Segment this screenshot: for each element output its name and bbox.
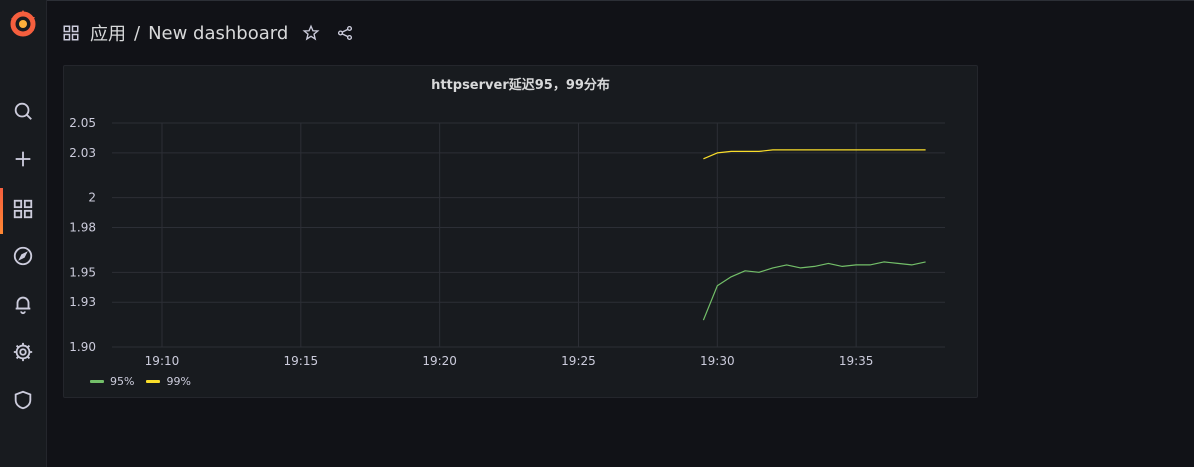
plus-icon[interactable] [0, 141, 46, 177]
top-border [0, 0, 1194, 1]
y-tick-label: 1.93 [69, 295, 96, 309]
graph-panel[interactable]: httpserver延迟95，99分布 2.05 2.03 2 1.98 1.95 1.9… [63, 65, 978, 398]
x-tick-label: 19:10 [145, 354, 180, 368]
y-tick-label: 2.03 [69, 146, 96, 160]
legend-item-99[interactable]: 99% [146, 375, 191, 388]
sidebar [0, 0, 47, 467]
legend-label-95: 95% [110, 375, 135, 388]
y-tick-label: 1.95 [69, 265, 96, 279]
y-tick-label: 1.90 [69, 340, 96, 354]
legend-label-99: 99% [166, 375, 191, 388]
legend-item-95[interactable]: 95% [90, 375, 134, 388]
series-line-99 [703, 149, 926, 160]
legend-swatch-99 [146, 380, 161, 383]
series-line-95 [702, 261, 926, 321]
dashboards-icon[interactable] [0, 186, 46, 234]
dashboards-icon [62, 24, 80, 42]
dashboard-title[interactable]: New dashboard [148, 23, 288, 44]
bell-icon[interactable] [0, 286, 46, 322]
dashboard-header: 应用 / New dashboard [62, 18, 356, 48]
share-icon[interactable] [334, 22, 356, 44]
chart-legend: 95% 99% [90, 375, 191, 388]
legend-swatch-95 [90, 380, 104, 383]
grafana-logo-icon[interactable] [8, 9, 38, 39]
search-icon[interactable] [0, 93, 46, 129]
x-tick-label: 19:15 [284, 354, 319, 368]
y-tick-label: 2 [88, 191, 96, 205]
breadcrumb-folder[interactable]: 应用 [90, 20, 126, 46]
x-tick-label: 19:35 [839, 354, 874, 368]
y-tick-label: 2.05 [69, 116, 96, 130]
x-tick-label: 19:30 [700, 354, 735, 368]
y-tick-label: 1.98 [69, 221, 96, 235]
gear-icon[interactable] [0, 334, 46, 370]
compass-icon[interactable] [0, 238, 46, 274]
x-tick-label: 19:20 [422, 354, 457, 368]
x-tick-label: 19:25 [561, 354, 596, 368]
breadcrumb-separator: / [134, 22, 141, 44]
shield-icon[interactable] [0, 382, 46, 418]
star-icon[interactable] [300, 22, 322, 44]
line-chart: 2.05 2.03 2 1.98 1.95 1.93 1.90 19:10 19:15 19:20… [69, 116, 945, 368]
